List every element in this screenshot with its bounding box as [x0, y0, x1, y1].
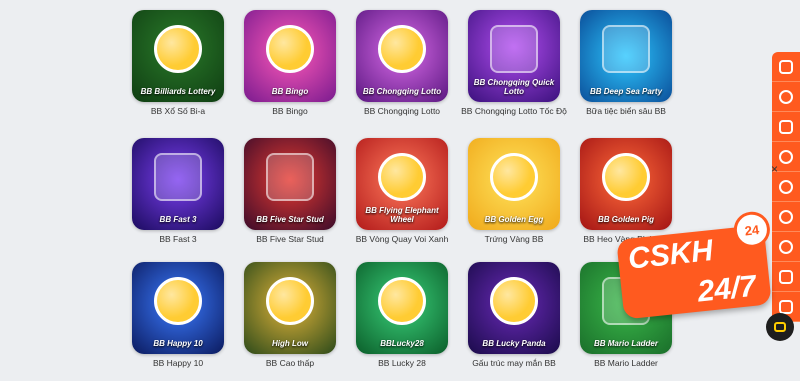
game-title: BB Happy 10 [152, 358, 204, 368]
game-card-five-star-stud[interactable]: BB Five Star Stud BB Five Star Stud [232, 138, 336, 245]
game-thumbnail[interactable]: BB Golden Pig [580, 138, 672, 230]
game-title: BB Cao thấp [265, 358, 315, 368]
lucky-ball-icon [378, 276, 426, 325]
chat-icon [779, 119, 793, 134]
game-card-high-low[interactable]: High Low BB Cao thấp [232, 262, 336, 369]
game-card-chongqing-quick-lotto[interactable]: BB Chongqing Quick Lotto BB Chongqing Lo… [456, 10, 567, 117]
game-title: Trứng Vàng BB [484, 234, 544, 244]
facebook-button[interactable] [772, 52, 800, 82]
game-thumbnail[interactable]: BB Deep Sea Party [580, 10, 672, 102]
shark-icon [602, 24, 650, 73]
lotto-ball-icon [154, 276, 202, 325]
game-card-lucky-panda[interactable]: BB Lucky Panda Gấu trúc may mắn BB [456, 262, 560, 369]
support-24-7-banner[interactable]: CSKH 24/7 24 [616, 209, 772, 320]
phone-icon [779, 209, 793, 224]
game-title: BB Lucky 28 [378, 358, 426, 368]
game-title: BB Xổ Số Bi-a [150, 106, 206, 116]
call-24-7-button[interactable] [772, 232, 800, 262]
messenger-button[interactable] [772, 82, 800, 112]
game-card-golden-egg[interactable]: BB Golden Egg Trứng Vàng BB [456, 138, 560, 245]
skype-icon [779, 179, 793, 194]
messenger-icon [779, 89, 793, 104]
live-chat-button[interactable] [766, 313, 794, 341]
game-title: BB Bingo [272, 106, 308, 116]
clock-icon [779, 239, 793, 254]
close-icon[interactable]: × [771, 162, 778, 176]
game-thumbnail[interactable]: BB Golden Egg [468, 138, 560, 230]
game-card-bingo[interactable]: BB Bingo BB Bingo [232, 10, 336, 117]
game-card-happy-10[interactable]: BB Happy 10 BB Happy 10 [120, 262, 224, 369]
support-label: CSKH [626, 234, 715, 276]
game-thumbnail[interactable]: BB Chongqing Lotto [356, 10, 448, 102]
game-card-billiards-lottery[interactable]: BB Billiards Lottery BB Xổ Số Bi-a [120, 10, 224, 117]
idol-icon [266, 276, 314, 325]
telegram-icon [779, 149, 793, 164]
contact-side-rail [772, 52, 800, 322]
elephant-icon [378, 152, 426, 201]
skype-button[interactable] [772, 172, 800, 202]
dice-icon [154, 152, 202, 201]
egg-icon [490, 152, 538, 201]
game-thumbnail[interactable]: BB Fast 3 [132, 138, 224, 230]
send-icon [779, 269, 793, 284]
lotto-logo-icon [490, 24, 538, 73]
game-thumbnail[interactable]: BB Bingo [244, 10, 336, 102]
game-card-golden-pig[interactable]: BB Golden Pig BB Heo Vàng Phát Tài [568, 138, 672, 245]
game-card-lucky-28[interactable]: BBLucky28 BB Lucky 28 [344, 262, 448, 369]
bingo-ball-icon [266, 24, 314, 73]
game-title: BB Chongqing Lotto [363, 106, 441, 116]
clock-24-badge: 24 [732, 209, 772, 250]
pig-icon [602, 152, 650, 201]
game-card-fast-3[interactable]: BB Fast 3 BB Fast 3 [120, 138, 224, 245]
game-thumbnail[interactable]: BB Flying Elephant Wheel [356, 138, 448, 230]
game-title: Gấu trúc may mắn BB [472, 358, 556, 368]
facebook-icon [779, 59, 793, 74]
game-card-flying-elephant-wheel[interactable]: BB Flying Elephant Wheel BB Vòng Quay Vo… [344, 138, 448, 245]
game-title: Bữa tiệc biển sâu BB [586, 106, 666, 116]
game-thumbnail[interactable]: BB Billiards Lottery [132, 10, 224, 102]
billiard-ball-icon [154, 24, 202, 73]
game-title: BB Vòng Quay Voi Xanh [355, 234, 449, 244]
game-thumbnail[interactable]: BBLucky28 [356, 262, 448, 354]
panda-icon [490, 276, 538, 325]
mail-icon [779, 299, 793, 314]
telegram-alt-button[interactable] [772, 262, 800, 292]
game-card-deep-sea-party[interactable]: BB Deep Sea Party Bữa tiệc biển sâu BB [568, 10, 672, 117]
game-title: BB Five Star Stud [256, 234, 324, 244]
game-title: BB Mario Ladder [594, 358, 658, 368]
playing-cards-icon [266, 152, 314, 201]
game-thumbnail[interactable]: High Low [244, 262, 336, 354]
chat-button[interactable] [772, 112, 800, 142]
game-thumbnail[interactable]: BB Five Star Stud [244, 138, 336, 230]
support-hours: 24/7 [696, 269, 758, 309]
phone-button[interactable] [772, 202, 800, 232]
game-thumbnail[interactable]: BB Happy 10 [132, 262, 224, 354]
game-card-chongqing-lotto[interactable]: BB Chongqing Lotto BB Chongqing Lotto [344, 10, 448, 117]
chat-bubble-icon [774, 322, 786, 332]
game-thumbnail[interactable]: BB Lucky Panda [468, 262, 560, 354]
game-thumbnail[interactable]: BB Chongqing Quick Lotto [468, 10, 560, 102]
lotto-ball-icon [378, 24, 426, 73]
game-title: BB Chongqing Lotto Tốc Độ [461, 106, 567, 116]
game-title: BB Fast 3 [159, 234, 197, 244]
